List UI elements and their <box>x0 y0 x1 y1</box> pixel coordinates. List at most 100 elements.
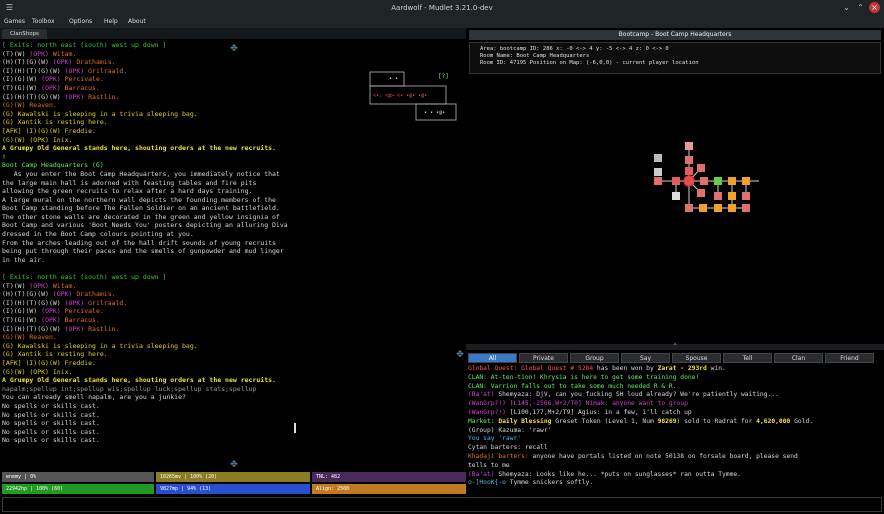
maximize-button[interactable]: ⌃ <box>855 2 866 13</box>
chat-line: CLAN: Varrion falls out to take some muc… <box>468 382 677 390</box>
map-room <box>714 192 722 200</box>
compass-icon: ✥ <box>456 346 464 360</box>
chat-line: (Ba'at) Shemyaza: DjV, can you fucking S… <box>468 391 779 399</box>
player-line: (T)(W) (OPK) Witam. <box>2 281 77 290</box>
chat-tab-friend[interactable]: Friend <box>825 353 874 363</box>
room-desc-line: The other stone walls are decorated in t… <box>2 212 280 221</box>
compass-icon: ✥ <box>230 456 238 470</box>
align-bar: Align: 2500 <box>312 484 466 494</box>
chat-line: o-]HooK{-o Tymme snickers softly. <box>468 479 594 487</box>
chat-line: Khadaji barters: anyone have portals lis… <box>468 452 798 460</box>
map-room <box>685 142 693 150</box>
chat-tab-clan[interactable]: Clan <box>774 353 823 363</box>
map-room <box>654 154 662 162</box>
menu-options[interactable]: Options <box>69 18 92 25</box>
map-room <box>672 192 680 200</box>
player-line: (T)(G)(W) (OPK) Barracus. <box>2 316 100 324</box>
mana-bar: 10265mv | 100% (20) <box>156 472 310 482</box>
command-echo: napalm;spellup int;spellup wis;spellup l… <box>2 384 257 393</box>
mob-line: (G) Kawalski is sleeping in a trivia sle… <box>2 109 198 118</box>
map-room <box>742 204 750 212</box>
command-input[interactable] <box>2 497 882 512</box>
room-desc-line: A large mural on the northern wall depic… <box>2 195 276 204</box>
tab-clanshops[interactable]: ClanShops <box>2 29 47 39</box>
chat-line: CLAN: At-ten-tion! Khrysia is here to ge… <box>468 373 700 381</box>
room-desc-line: Boot Camp and various 'Boot Needs You' p… <box>2 221 288 230</box>
command-line <box>0 496 884 514</box>
player-line: (I)(H)(T)(G)(W) (OPK) Rastlin. <box>2 324 120 333</box>
map-room <box>654 177 662 185</box>
map-room <box>742 177 750 185</box>
status-bars: enemy | 0% 10265mv | 100% (20) TNL: 482 … <box>0 471 466 496</box>
player-line: (I)(H)(T)(G)(W) (OPK) Rastlin. <box>2 92 120 101</box>
mob-line: (G)(W) (OPK) Inix. <box>2 367 73 376</box>
exits-line: [ Exits: north east (south) west up down… <box>2 41 167 49</box>
player-line: (I)(H)(T)(G)(W) (OPK) Grilraald. <box>2 298 128 307</box>
main-output[interactable]: [ Exits: north east (south) west up down… <box>0 39 466 471</box>
tnl-bar: TNL: 482 <box>312 472 466 482</box>
room-desc-line: Boot Camp standing before The Fallen Sol… <box>2 204 280 213</box>
minimize-button[interactable]: ⌄ <box>841 2 852 13</box>
tab-strip: ClanShops <box>0 28 466 39</box>
chat-line: tells to me <box>468 461 510 469</box>
player-line: (I)(H)(T)(G)(W) (OPK) Grilraald. <box>2 66 128 75</box>
chat-tab-spouse[interactable]: Spouse <box>672 353 721 363</box>
chat-panel: All Private Group Say Spouse Tell Clan F… <box>456 347 884 496</box>
mob-line: [AFK] (I)(G)(W) Freddie. <box>2 126 96 135</box>
map-room <box>742 192 750 200</box>
close-button[interactable]: × <box>869 2 880 13</box>
map-room <box>697 189 705 197</box>
menu-help[interactable]: Help <box>104 18 118 25</box>
app-icon: ☰ <box>5 3 14 12</box>
map-room <box>685 167 693 175</box>
exits-line: [ Exits: north east (south) west up down… <box>2 273 167 282</box>
output-line: You can already smell napalm, are you a … <box>2 393 186 402</box>
map-room <box>714 204 722 212</box>
room-desc-line: allowing the green recruits to relax aft… <box>2 187 253 196</box>
map-room <box>714 177 722 185</box>
map-room <box>700 177 708 185</box>
output-line: No spells or skills cast. <box>2 410 100 419</box>
map-room <box>654 168 662 176</box>
mob-line: (G)(W) Reaven. <box>2 101 57 110</box>
mapper-title: Bootcamp - Boot Camp Headquarters <box>469 30 881 40</box>
menu-games[interactable]: Games <box>4 18 25 25</box>
room-desc-line: the large main hall is adorned with feas… <box>2 178 257 187</box>
minimap-text: • • •@• <box>424 110 445 116</box>
enemy-bar: enemy | 0% <box>2 472 154 482</box>
chat-tab-private[interactable]: Private <box>519 353 568 363</box>
compass-icon: ✥ <box>230 40 238 54</box>
area-map[interactable] <box>646 138 766 238</box>
map-room <box>685 177 693 185</box>
minimap-text: • • <box>389 76 398 82</box>
window-titlebar: Aardwolf - Mudlet 3.21.0-dev ☰ ⌄ ⌃ × <box>0 0 884 16</box>
room-desc-line: From the arches leading out of the hall … <box>2 238 276 247</box>
chat-line: Cytan barters: recall <box>468 444 548 452</box>
chat-tab-group[interactable]: Group <box>570 353 619 363</box>
chat-output: Global Quest: Global Quest # 5284 has be… <box>468 365 880 488</box>
ascii-minimap: • • [?] <•. <@> <• •@• •@• • • •@• <box>369 71 457 121</box>
player-line: (T)(W) (OPK) Witam. <box>2 49 77 58</box>
menu-about[interactable]: About <box>128 18 146 25</box>
mapper-panel: Bootcamp - Boot Camp Headquarters Area: … <box>466 28 884 351</box>
minimap-wall <box>369 71 405 87</box>
mob-line: (G)(W) Reaven. <box>2 333 57 342</box>
minimap-text: [?] <box>438 73 449 80</box>
mob-line: (G) Xantik is resting here. <box>2 350 108 359</box>
map-room <box>728 192 736 200</box>
chat-tab-say[interactable]: Say <box>621 353 670 363</box>
map-room <box>685 204 693 212</box>
bang-line: ! <box>2 152 6 161</box>
chat-tab-tell[interactable]: Tell <box>723 353 772 363</box>
room-desc-line: dressed in the Boot Camp colours pointin… <box>2 230 194 239</box>
chat-splitter[interactable]: ^ <box>466 344 884 350</box>
chat-tab-all[interactable]: All <box>468 353 517 363</box>
map-room <box>685 156 693 164</box>
menu-toolbox[interactable]: Toolbox <box>32 18 55 25</box>
room-desc-line: being put through their paces and the sm… <box>2 247 284 256</box>
output-line: No spells or skills cast. <box>2 401 100 410</box>
map-room <box>672 177 680 185</box>
room-desc-line: in the air. <box>2 255 46 264</box>
minimap-text: <•. <@> <• •@• •@• <box>373 93 427 99</box>
menu-bar: Games Toolbox Options Help About <box>0 16 884 28</box>
